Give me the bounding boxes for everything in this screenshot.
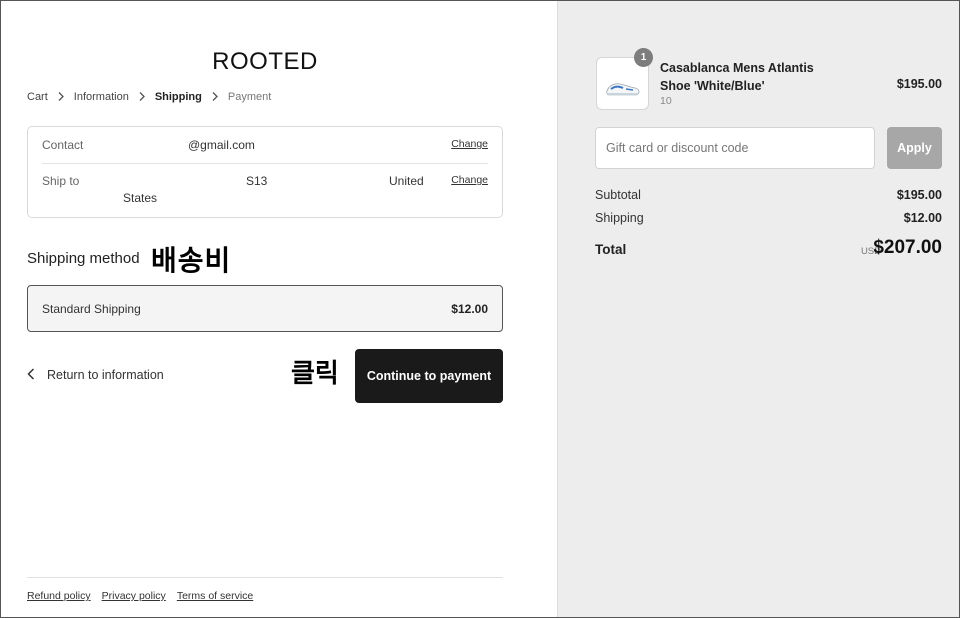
discount-code-input[interactable] — [595, 127, 875, 169]
shipping-option-name: Standard Shipping — [42, 302, 141, 316]
chevron-left-icon — [27, 368, 37, 382]
product-variant: 10 — [660, 95, 672, 107]
chevron-right-icon — [139, 90, 145, 104]
ship-to-address-part: S13 — [246, 174, 268, 188]
shipping-option-price: $12.00 — [451, 302, 488, 316]
privacy-policy-link[interactable]: Privacy policy — [102, 590, 166, 602]
review-box: Contact @gmail.com Change Ship to S13 Un… — [27, 126, 503, 218]
return-to-information-link[interactable]: Return to information — [27, 368, 164, 382]
footer-links: Refund policy Privacy policy Terms of se… — [27, 590, 264, 602]
ship-to-country-part: United — [389, 174, 424, 188]
checkout-main: ROOTED Cart Information Shipping Payment… — [1, 1, 557, 617]
shipping-label: Shipping — [595, 211, 644, 225]
footer-divider — [27, 577, 503, 578]
shipping-value: $12.00 — [903, 211, 942, 225]
continue-to-payment-button[interactable]: Continue to payment — [355, 349, 503, 403]
shipping-option-standard[interactable]: Standard Shipping $12.00 — [27, 285, 503, 332]
chevron-right-icon — [58, 90, 64, 104]
breadcrumb-cart[interactable]: Cart — [27, 91, 48, 103]
breadcrumb-payment: Payment — [227, 91, 272, 103]
ship-to-label: Ship to — [42, 174, 80, 188]
return-label: Return to information — [47, 368, 164, 382]
product-price: $195.00 — [896, 77, 942, 91]
ship-to-country-part: States — [123, 191, 158, 205]
terms-of-service-link[interactable]: Terms of service — [177, 590, 253, 602]
click-annotation: 클릭 — [291, 359, 339, 389]
chevron-right-icon — [212, 90, 218, 104]
subtotal-row: Subtotal $195.00 — [595, 188, 942, 202]
total-amount: $207.00 — [873, 237, 942, 258]
total-label: Total — [595, 242, 627, 257]
shipping-fee-annotation: 배송비 — [151, 244, 232, 277]
order-summary: 1 Casablanca Mens Atlantis Shoe 'White/B… — [557, 1, 959, 617]
store-logo[interactable]: ROOTED — [1, 48, 529, 76]
breadcrumb-shipping: Shipping — [154, 91, 202, 103]
contact-value: @gmail.com — [188, 138, 255, 152]
divider — [42, 163, 488, 164]
quantity-badge: 1 — [634, 48, 653, 67]
subtotal-value: $195.00 — [896, 188, 942, 202]
breadcrumb-information[interactable]: Information — [74, 91, 129, 103]
shipping-method-heading: Shipping method — [27, 250, 140, 267]
breadcrumb: Cart Information Shipping Payment — [27, 90, 271, 104]
subtotal-label: Subtotal — [595, 188, 641, 202]
change-contact-link[interactable]: Change — [451, 138, 488, 150]
shipping-row: Shipping $12.00 — [595, 211, 942, 225]
apply-discount-button[interactable]: Apply — [887, 127, 942, 169]
refund-policy-link[interactable]: Refund policy — [27, 590, 91, 602]
product-name: Casablanca Mens Atlantis Shoe 'White/Blu… — [660, 61, 814, 93]
contact-label: Contact — [42, 138, 84, 152]
change-ship-to-link[interactable]: Change — [451, 174, 488, 186]
